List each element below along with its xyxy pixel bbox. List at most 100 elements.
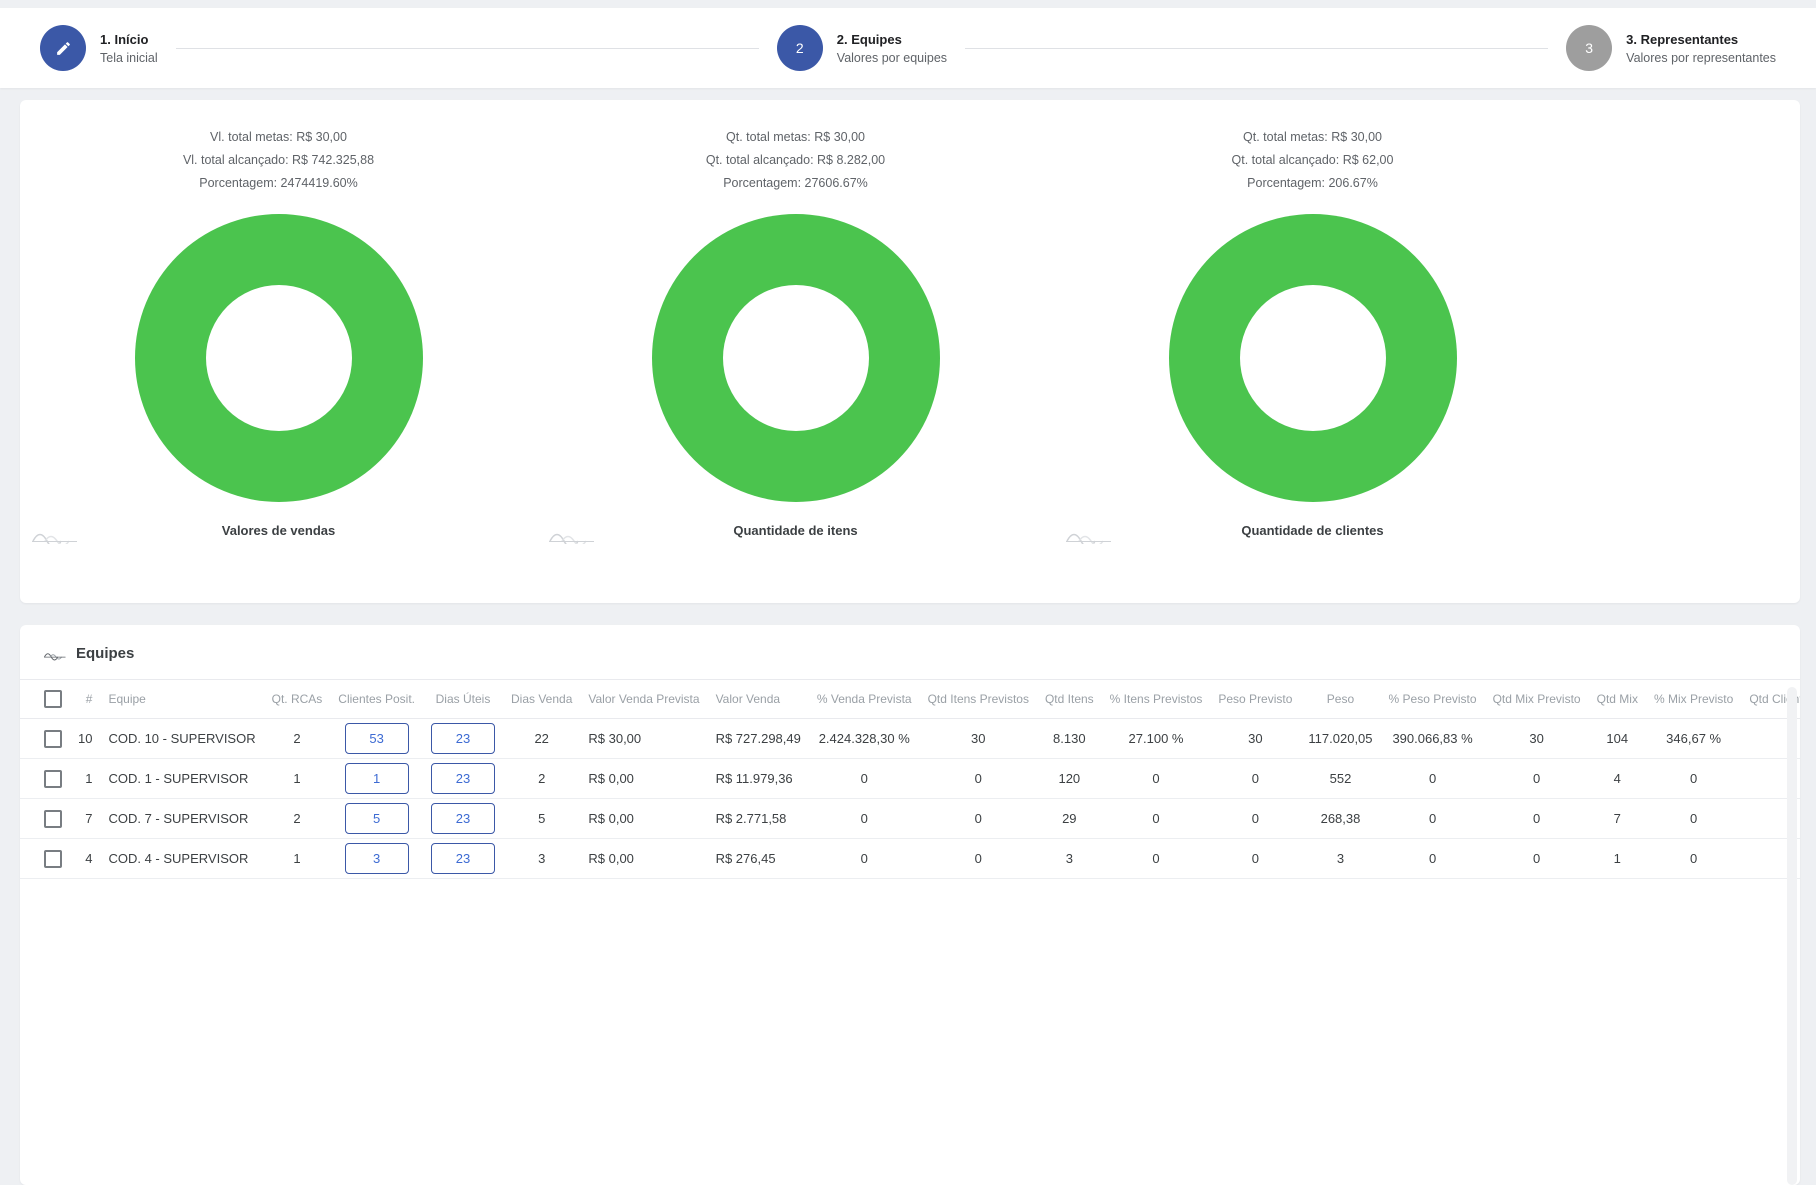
- cell-peso-previsto: 0: [1210, 799, 1300, 839]
- column-header-clientes-posit[interactable]: Clientes Posit.: [330, 680, 423, 719]
- cell-qtd-itens: 8.130: [1037, 719, 1102, 759]
- clientes-posit-value-button[interactable]: 5: [345, 803, 409, 834]
- cell-valor-venda: R$ 276,45: [708, 839, 809, 879]
- cell-qtd-itens: 29: [1037, 799, 1102, 839]
- chart-panel-quantidade-de-clientes: Qt. total metas: R$ 30,00 Qt. total alca…: [1054, 126, 1571, 548]
- cell-peso: 552: [1300, 759, 1380, 799]
- chart-label: Quantidade de itens: [537, 523, 1054, 538]
- column-header-qtd-itens[interactable]: Qtd Itens: [1037, 680, 1102, 719]
- chart-panel-quantidade-de-itens: Qt. total metas: R$ 30,00 Qt. total alca…: [537, 126, 1054, 548]
- cell-venda-prevista: 2.424.328,30 %: [809, 719, 920, 759]
- step-subtitle: Tela inicial: [100, 51, 158, 65]
- cell-itens-previstos: 27.100 %: [1102, 719, 1211, 759]
- column-header-checkbox: [20, 680, 70, 719]
- cell-peso: 3: [1300, 839, 1380, 879]
- stat-porcentagem: Porcentagem: 2474419.60%: [20, 172, 537, 195]
- cell-qt-rcas: 2: [264, 799, 331, 839]
- column-header-peso-previsto[interactable]: Peso Previsto: [1210, 680, 1300, 719]
- cell-clientes-posit: 1: [330, 759, 423, 799]
- cell-valor-venda: R$ 727.298,49: [708, 719, 809, 759]
- cell-qt-rcas: 2: [264, 719, 331, 759]
- clientes-posit-value-button[interactable]: 1: [345, 763, 409, 794]
- step-equipes[interactable]: 2 2. Equipes Valores por equipes: [777, 25, 947, 71]
- cell-peso-previsto: 0: [1210, 759, 1300, 799]
- chart-footer: Quantidade de clientes: [1054, 504, 1571, 548]
- column-header-qtd-mix[interactable]: Qtd Mix: [1589, 680, 1646, 719]
- row-checkbox[interactable]: [44, 770, 62, 788]
- cell-clientes-posit: 3: [330, 839, 423, 879]
- column-header-qtd-mix-previsto[interactable]: Qtd Mix Previsto: [1485, 680, 1589, 719]
- cell-equipe: COD. 7 - SUPERVISOR: [100, 799, 263, 839]
- dias-teis-value-button[interactable]: 23: [431, 843, 495, 874]
- column-header-col[interactable]: #: [70, 680, 100, 719]
- cell-qtd-mix-previsto: 0: [1485, 799, 1589, 839]
- step-2-indicator: 2: [777, 25, 823, 71]
- chart-footer: Quantidade de itens: [537, 504, 1054, 548]
- cell-qt-rcas: 1: [264, 759, 331, 799]
- cell-peso-previsto: 0: [1210, 839, 1300, 879]
- column-header-dias-venda[interactable]: Dias Venda: [503, 680, 580, 719]
- row-checkbox[interactable]: [44, 730, 62, 748]
- stat-total-alcancado: Qt. total alcançado: R$ 8.282,00: [537, 149, 1054, 172]
- cell-dias-teis: 23: [423, 719, 503, 759]
- cell-venda-prevista: 0: [809, 759, 920, 799]
- donut-chart: [652, 214, 940, 502]
- stat-total-metas: Qt. total metas: R$ 30,00: [537, 126, 1054, 149]
- page: { "theme": { "accent_blue": "#3b58a7", "…: [0, 0, 1816, 877]
- cell-clientes-posit: 53: [330, 719, 423, 759]
- chart-panel-valores-de-vendas: Vl. total metas: R$ 30,00 Vl. total alca…: [20, 126, 537, 548]
- dias-teis-value-button[interactable]: 23: [431, 803, 495, 834]
- column-header-valor-venda-prevista[interactable]: Valor Venda Prevista: [580, 680, 707, 719]
- table-row: 10COD. 10 - SUPERVISOR2532322R$ 30,00R$ …: [20, 719, 1800, 759]
- charts-section: Vl. total metas: R$ 30,00 Vl. total alca…: [20, 100, 1800, 603]
- column-header-equipe[interactable]: Equipe: [100, 680, 263, 719]
- dias-teis-value-button[interactable]: 23: [431, 763, 495, 794]
- step-title: 3. Representantes: [1626, 32, 1776, 47]
- column-header-dias-teis[interactable]: Dias Úteis: [423, 680, 503, 719]
- cell-qt-rcas: 1: [264, 839, 331, 879]
- row-checkbox[interactable]: [44, 850, 62, 868]
- table-body: 10COD. 10 - SUPERVISOR2532322R$ 30,00R$ …: [20, 719, 1800, 879]
- cell-qtd-mix: 4: [1589, 759, 1646, 799]
- column-header-peso-previsto[interactable]: % Peso Previsto: [1381, 680, 1485, 719]
- cell-clientes-posit: 5: [330, 799, 423, 839]
- cell-peso-previsto: 30: [1210, 719, 1300, 759]
- table-vertical-scrollbar[interactable]: [1787, 687, 1797, 1185]
- stat-total-metas: Qt. total metas: R$ 30,00: [1054, 126, 1571, 149]
- step-3-indicator: 3: [1566, 25, 1612, 71]
- cell-mix-previsto: 0: [1646, 799, 1741, 839]
- column-header-peso[interactable]: Peso: [1300, 680, 1380, 719]
- cell-valor-venda-prevista: R$ 0,00: [580, 799, 707, 839]
- cell-dias-teis: 23: [423, 839, 503, 879]
- cell-peso-previsto: 0: [1381, 799, 1485, 839]
- cell-col: 1: [70, 759, 100, 799]
- cell-valor-venda: R$ 2.771,58: [708, 799, 809, 839]
- column-header-qtd-itens-previstos[interactable]: Qtd Itens Previstos: [920, 680, 1037, 719]
- donut-chart: [135, 214, 423, 502]
- cell-venda-prevista: 0: [809, 799, 920, 839]
- donut-chart: [1169, 214, 1457, 502]
- column-header-valor-venda[interactable]: Valor Venda: [708, 680, 809, 719]
- column-header-qt-rcas[interactable]: Qt. RCAs: [264, 680, 331, 719]
- column-header-mix-previsto[interactable]: % Mix Previsto: [1646, 680, 1741, 719]
- stat-total-alcancado: Qt. total alcançado: R$ 62,00: [1054, 149, 1571, 172]
- step-inicio[interactable]: 1. Início Tela inicial: [40, 25, 158, 71]
- step-1-indicator: [40, 25, 86, 71]
- cell-dias-venda: 2: [503, 759, 580, 799]
- select-all-checkbox[interactable]: [44, 690, 62, 708]
- cell-qtd-itens-previstos: 0: [920, 759, 1037, 799]
- cell-checkbox: [20, 759, 70, 799]
- cell-checkbox: [20, 719, 70, 759]
- cell-dias-teis: 23: [423, 799, 503, 839]
- clientes-posit-value-button[interactable]: 3: [345, 843, 409, 874]
- dias-teis-value-button[interactable]: 23: [431, 723, 495, 754]
- row-checkbox[interactable]: [44, 810, 62, 828]
- column-header-venda-prevista[interactable]: % Venda Prevista: [809, 680, 920, 719]
- step-representantes[interactable]: 3 3. Representantes Valores por represen…: [1566, 25, 1776, 71]
- table-row: 7COD. 7 - SUPERVISOR25235R$ 0,00R$ 2.771…: [20, 799, 1800, 839]
- clientes-posit-value-button[interactable]: 53: [345, 723, 409, 754]
- cell-equipe: COD. 1 - SUPERVISOR: [100, 759, 263, 799]
- cell-valor-venda: R$ 11.979,36: [708, 759, 809, 799]
- column-header-itens-previstos[interactable]: % Itens Previstos: [1102, 680, 1211, 719]
- cell-dias-venda: 5: [503, 799, 580, 839]
